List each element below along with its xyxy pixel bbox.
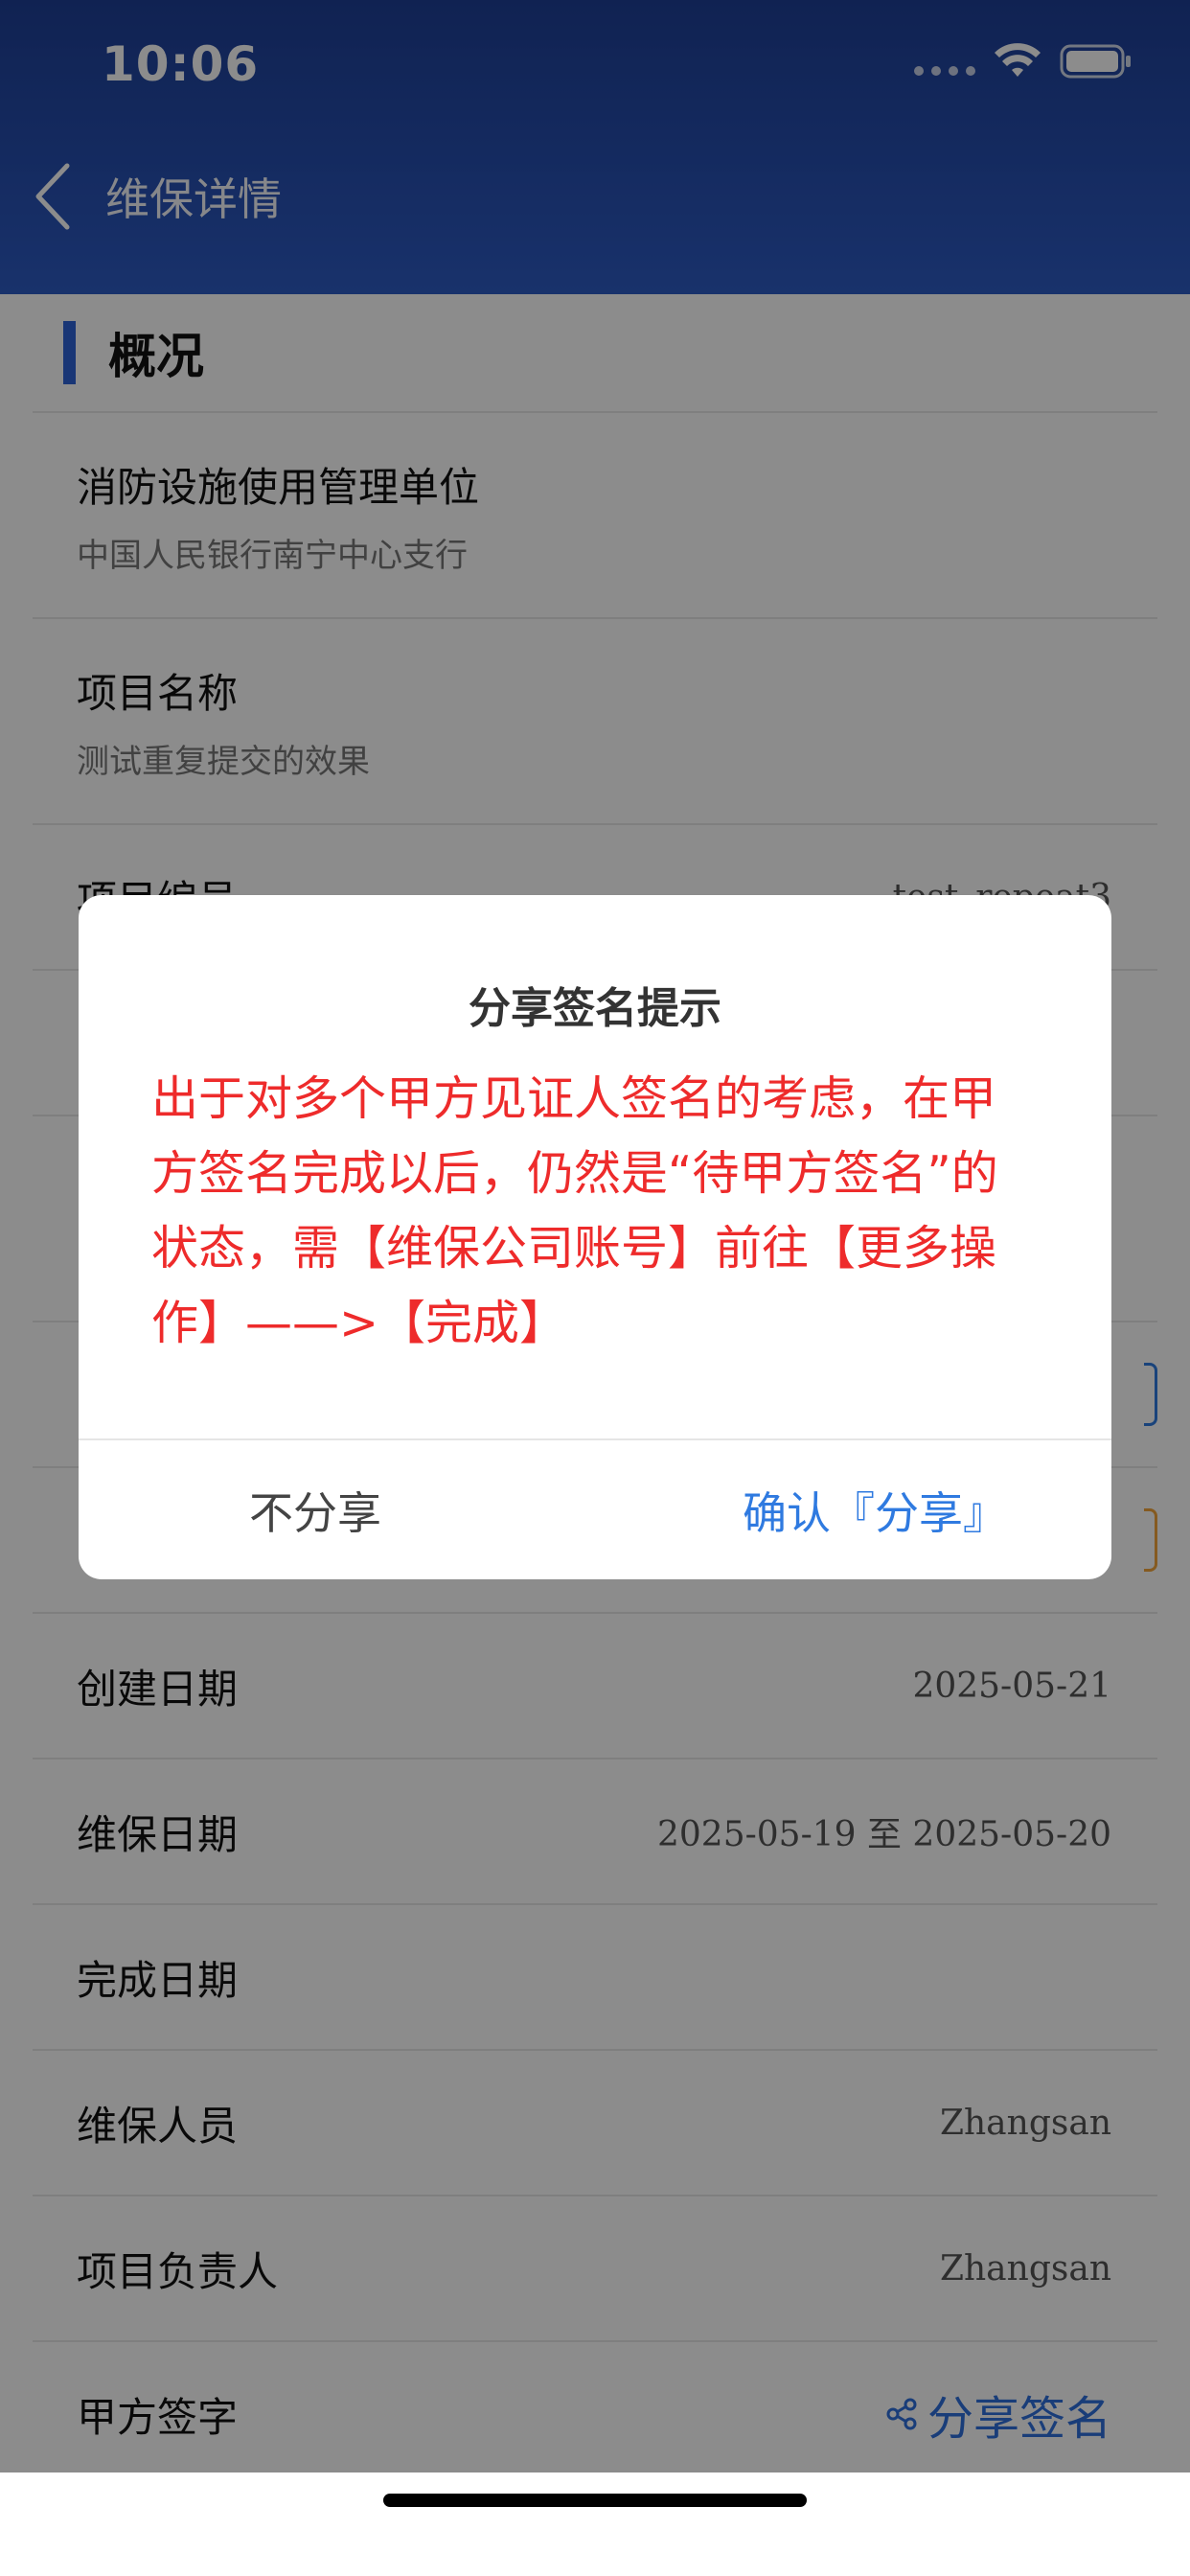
dialog-actions: 不分享 确认『分享』 [79,1440,1111,1579]
confirm-share-button[interactable]: 确认『分享』 [581,1440,1111,1579]
home-indicator[interactable] [383,2494,807,2507]
dialog-title: 分享签名提示 [469,984,721,1033]
no-share-button[interactable]: 不分享 [79,1440,581,1579]
share-signature-dialog: 分享签名提示 出于对多个甲方见证人签名的考虑，在甲方签名完成以后，仍然是“待甲方… [79,895,1111,1579]
dialog-message: 出于对多个甲方见证人签名的考虑，在甲方签名完成以后，仍然是“待甲方签名”的状态，… [151,1071,998,1350]
bottom-safe-area [0,2472,1190,2576]
